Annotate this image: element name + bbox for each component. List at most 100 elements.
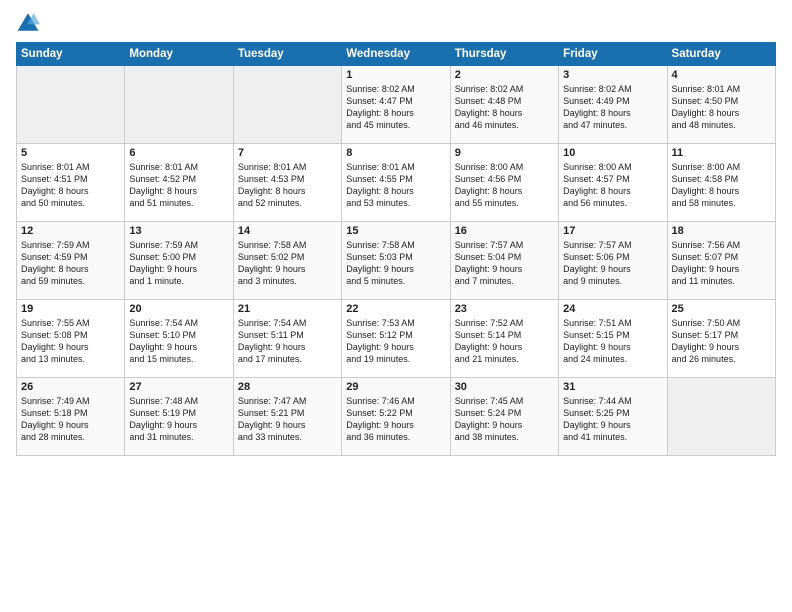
day-info: Sunrise: 7:44 AM Sunset: 5:25 PM Dayligh… [563, 395, 662, 444]
calendar-table: SundayMondayTuesdayWednesdayThursdayFrid… [16, 42, 776, 456]
calendar-day-cell: 7 Sunrise: 8:01 AM Sunset: 4:53 PM Daylig… [233, 144, 341, 222]
calendar-week-row: 19 Sunrise: 7:55 AM Sunset: 5:08 PM Dayli… [17, 300, 776, 378]
calendar-day-cell: 1 Sunrise: 8:02 AM Sunset: 4:47 PM Daylig… [342, 66, 450, 144]
day-info: Sunrise: 7:57 AM Sunset: 5:04 PM Dayligh… [455, 239, 554, 288]
day-number: 29 [346, 381, 445, 393]
day-info: Sunrise: 7:53 AM Sunset: 5:12 PM Dayligh… [346, 317, 445, 366]
weekday-header: Thursday [450, 43, 558, 66]
day-info: Sunrise: 7:48 AM Sunset: 5:19 PM Dayligh… [129, 395, 228, 444]
calendar-day-cell: 11 Sunrise: 8:00 AM Sunset: 4:58 PM Dayli… [667, 144, 775, 222]
day-info: Sunrise: 7:57 AM Sunset: 5:06 PM Dayligh… [563, 239, 662, 288]
day-info: Sunrise: 7:56 AM Sunset: 5:07 PM Dayligh… [672, 239, 771, 288]
calendar-day-cell: 20 Sunrise: 7:54 AM Sunset: 5:10 PM Dayli… [125, 300, 233, 378]
day-info: Sunrise: 8:02 AM Sunset: 4:47 PM Dayligh… [346, 83, 445, 132]
day-info: Sunrise: 8:02 AM Sunset: 4:49 PM Dayligh… [563, 83, 662, 132]
calendar-day-cell: 24 Sunrise: 7:51 AM Sunset: 5:15 PM Dayli… [559, 300, 667, 378]
calendar-day-cell: 6 Sunrise: 8:01 AM Sunset: 4:52 PM Daylig… [125, 144, 233, 222]
day-info: Sunrise: 7:45 AM Sunset: 5:24 PM Dayligh… [455, 395, 554, 444]
day-number: 22 [346, 303, 445, 315]
day-number: 15 [346, 225, 445, 237]
weekday-header: Saturday [667, 43, 775, 66]
day-number: 18 [672, 225, 771, 237]
day-number: 19 [21, 303, 120, 315]
day-info: Sunrise: 8:00 AM Sunset: 4:56 PM Dayligh… [455, 161, 554, 210]
day-info: Sunrise: 8:01 AM Sunset: 4:51 PM Dayligh… [21, 161, 120, 210]
day-number: 1 [346, 69, 445, 81]
day-number: 27 [129, 381, 228, 393]
calendar-day-cell [233, 66, 341, 144]
calendar-day-cell: 2 Sunrise: 8:02 AM Sunset: 4:48 PM Daylig… [450, 66, 558, 144]
day-info: Sunrise: 8:02 AM Sunset: 4:48 PM Dayligh… [455, 83, 554, 132]
day-info: Sunrise: 7:54 AM Sunset: 5:10 PM Dayligh… [129, 317, 228, 366]
day-number: 24 [563, 303, 662, 315]
day-info: Sunrise: 8:01 AM Sunset: 4:50 PM Dayligh… [672, 83, 771, 132]
calendar-day-cell: 14Sunrise: 7:58 AM Sunset: 5:02 PM Dayli… [233, 222, 341, 300]
day-info: Sunrise: 8:01 AM Sunset: 4:55 PM Dayligh… [346, 161, 445, 210]
day-number: 25 [672, 303, 771, 315]
day-info: Sunrise: 7:47 AM Sunset: 5:21 PM Dayligh… [238, 395, 337, 444]
calendar-day-cell: 18 Sunrise: 7:56 AM Sunset: 5:07 PM Dayli… [667, 222, 775, 300]
calendar-day-cell: 26 Sunrise: 7:49 AM Sunset: 5:18 PM Dayli… [17, 378, 125, 456]
calendar-day-cell: 28 Sunrise: 7:47 AM Sunset: 5:21 PM Dayli… [233, 378, 341, 456]
day-info: Sunrise: 8:01 AM Sunset: 4:53 PM Dayligh… [238, 161, 337, 210]
calendar-week-row: 5Sunrise: 8:01 AM Sunset: 4:51 PM Daylig… [17, 144, 776, 222]
day-number: 9 [455, 147, 554, 159]
day-number: 13 [129, 225, 228, 237]
day-info: Sunrise: 8:01 AM Sunset: 4:52 PM Dayligh… [129, 161, 228, 210]
day-number: 7 [238, 147, 337, 159]
day-info: Sunrise: 7:58 AM Sunset: 5:03 PM Dayligh… [346, 239, 445, 288]
calendar-day-cell: 8 Sunrise: 8:01 AM Sunset: 4:55 PM Daylig… [342, 144, 450, 222]
calendar-week-row: 26 Sunrise: 7:49 AM Sunset: 5:18 PM Dayli… [17, 378, 776, 456]
day-number: 26 [21, 381, 120, 393]
calendar-day-cell [125, 66, 233, 144]
day-info: Sunrise: 8:00 AM Sunset: 4:58 PM Dayligh… [672, 161, 771, 210]
day-info: Sunrise: 7:59 AM Sunset: 4:59 PM Dayligh… [21, 239, 120, 288]
day-number: 12 [21, 225, 120, 237]
logo [16, 10, 44, 34]
day-number: 23 [455, 303, 554, 315]
calendar-day-cell: 19 Sunrise: 7:55 AM Sunset: 5:08 PM Dayli… [17, 300, 125, 378]
calendar-day-cell: 25 Sunrise: 7:50 AM Sunset: 5:17 PM Dayli… [667, 300, 775, 378]
day-info: Sunrise: 7:46 AM Sunset: 5:22 PM Dayligh… [346, 395, 445, 444]
calendar-day-cell: 12 Sunrise: 7:59 AM Sunset: 4:59 PM Dayli… [17, 222, 125, 300]
day-info: Sunrise: 7:55 AM Sunset: 5:08 PM Dayligh… [21, 317, 120, 366]
weekday-header: Wednesday [342, 43, 450, 66]
day-info: Sunrise: 7:59 AM Sunset: 5:00 PM Dayligh… [129, 239, 228, 288]
day-info: Sunrise: 7:50 AM Sunset: 5:17 PM Dayligh… [672, 317, 771, 366]
calendar-day-cell: 27 Sunrise: 7:48 AM Sunset: 5:19 PM Dayli… [125, 378, 233, 456]
calendar-day-cell: 21 Sunrise: 7:54 AM Sunset: 5:11 PM Dayli… [233, 300, 341, 378]
calendar-day-cell: 5Sunrise: 8:01 AM Sunset: 4:51 PM Daylig… [17, 144, 125, 222]
day-number: 10 [563, 147, 662, 159]
day-number: 11 [672, 147, 771, 159]
day-number: 21 [238, 303, 337, 315]
day-number: 6 [129, 147, 228, 159]
weekday-header-row: SundayMondayTuesdayWednesdayThursdayFrid… [17, 43, 776, 66]
calendar-day-cell: 23 Sunrise: 7:52 AM Sunset: 5:14 PM Dayli… [450, 300, 558, 378]
day-info: Sunrise: 7:49 AM Sunset: 5:18 PM Dayligh… [21, 395, 120, 444]
calendar-day-cell: 15 Sunrise: 7:58 AM Sunset: 5:03 PM Dayli… [342, 222, 450, 300]
day-number: 16 [455, 225, 554, 237]
weekday-header: Sunday [17, 43, 125, 66]
day-info: Sunrise: 7:58 AM Sunset: 5:02 PM Dayligh… [238, 239, 337, 288]
calendar-day-cell: 9 Sunrise: 8:00 AM Sunset: 4:56 PM Daylig… [450, 144, 558, 222]
day-info: Sunrise: 7:54 AM Sunset: 5:11 PM Dayligh… [238, 317, 337, 366]
calendar-day-cell: 31Sunrise: 7:44 AM Sunset: 5:25 PM Dayli… [559, 378, 667, 456]
day-number: 3 [563, 69, 662, 81]
day-info: Sunrise: 7:52 AM Sunset: 5:14 PM Dayligh… [455, 317, 554, 366]
day-number: 28 [238, 381, 337, 393]
day-number: 30 [455, 381, 554, 393]
calendar-day-cell [667, 378, 775, 456]
day-number: 20 [129, 303, 228, 315]
day-info: Sunrise: 8:00 AM Sunset: 4:57 PM Dayligh… [563, 161, 662, 210]
calendar-week-row: 12 Sunrise: 7:59 AM Sunset: 4:59 PM Dayli… [17, 222, 776, 300]
weekday-header: Tuesday [233, 43, 341, 66]
day-number: 4 [672, 69, 771, 81]
weekday-header: Monday [125, 43, 233, 66]
weekday-header: Friday [559, 43, 667, 66]
page-container: SundayMondayTuesdayWednesdayThursdayFrid… [0, 0, 792, 464]
day-number: 2 [455, 69, 554, 81]
logo-icon [16, 10, 40, 34]
calendar-day-cell: 16 Sunrise: 7:57 AM Sunset: 5:04 PM Dayli… [450, 222, 558, 300]
day-number: 8 [346, 147, 445, 159]
day-info: Sunrise: 7:51 AM Sunset: 5:15 PM Dayligh… [563, 317, 662, 366]
